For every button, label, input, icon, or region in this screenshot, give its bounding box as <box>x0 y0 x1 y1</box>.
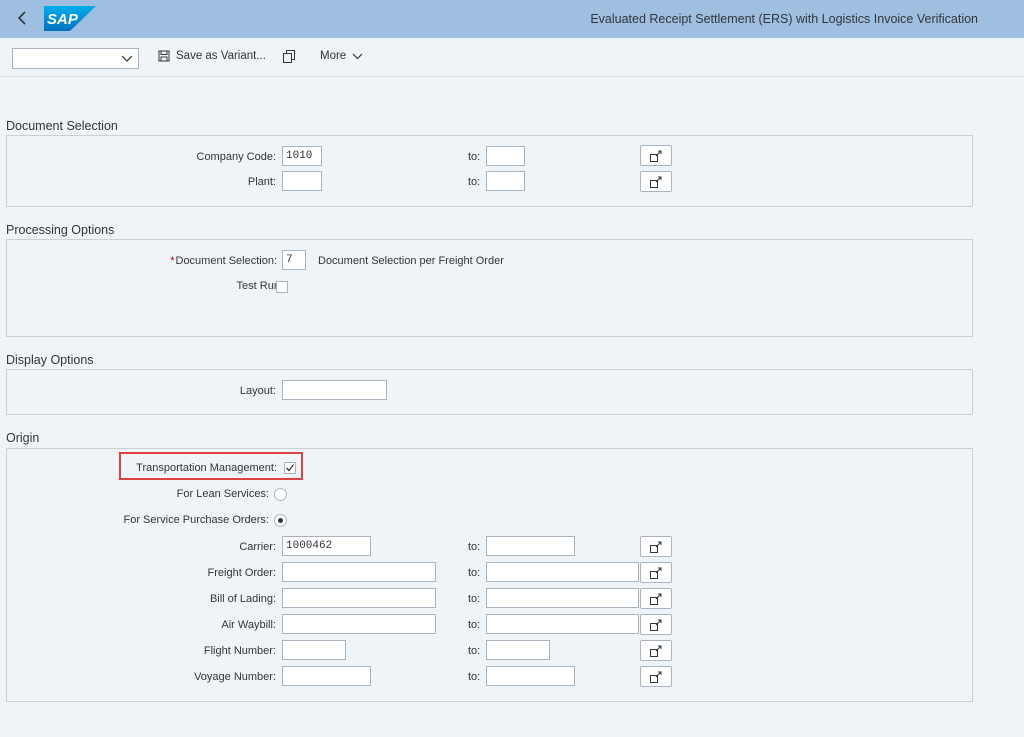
copy-icon <box>283 50 295 63</box>
voyage-number-multiple-selection-button[interactable] <box>640 666 672 687</box>
transportation-management-checkbox[interactable] <box>284 462 296 474</box>
company-code-multiple-selection-button[interactable] <box>640 145 672 166</box>
more-button[interactable]: More <box>320 50 363 62</box>
app-title: Evaluated Receipt Settlement (ERS) with … <box>590 12 978 26</box>
document-selection-label: *Document Selection: <box>170 255 277 267</box>
air-waybill-to-input[interactable] <box>486 614 639 634</box>
for-service-purchase-orders-radio[interactable] <box>274 514 287 527</box>
carrier-to-input[interactable] <box>486 536 575 556</box>
company-code-to-label: to: <box>468 151 481 163</box>
transportation-management-label: Transportation Management: <box>136 462 277 474</box>
bill-of-lading-multiple-selection-button[interactable] <box>640 588 672 609</box>
for-service-purchase-orders-label: For Service Purchase Orders: <box>123 514 270 526</box>
plant-to-label: to: <box>468 176 481 188</box>
carrier-label: Carrier: <box>239 541 276 553</box>
bill-of-lading-to-input[interactable] <box>486 588 639 608</box>
bill-of-lading-to-label: to: <box>468 593 481 605</box>
multiple-selection-icon <box>649 645 661 657</box>
save-as-variant-label: Save as Variant... <box>176 50 266 62</box>
chevron-left-icon <box>17 11 26 25</box>
plant-label: Plant: <box>247 176 276 188</box>
chevron-down-icon <box>121 55 133 62</box>
carrier-multiple-selection-button[interactable] <box>640 536 672 557</box>
multiple-selection-icon <box>649 567 661 579</box>
flight-number-multiple-selection-button[interactable] <box>640 640 672 661</box>
freight-order-multiple-selection-button[interactable] <box>640 562 672 583</box>
flight-number-label: Flight Number: <box>203 645 276 657</box>
company-code-label: Company Code: <box>196 151 277 163</box>
section-title-display-options: Display Options <box>6 353 94 367</box>
air-waybill-label: Air Waybill: <box>221 619 276 631</box>
air-waybill-multiple-selection-button[interactable] <box>640 614 672 635</box>
toolbar: Save as Variant... More <box>0 38 1024 77</box>
plant-multiple-selection-button[interactable] <box>640 171 672 192</box>
voyage-number-label: Voyage Number: <box>194 671 276 683</box>
company-code-to-input[interactable] <box>486 146 525 166</box>
layout-label: Layout: <box>239 385 276 397</box>
freight-order-to-label: to: <box>468 567 481 579</box>
multiple-selection-icon <box>649 671 661 683</box>
bill-of-lading-label: Bill of Lading: <box>209 593 276 605</box>
variant-select[interactable] <box>12 48 139 69</box>
layout-input[interactable] <box>282 380 387 400</box>
air-waybill-to-label: to: <box>468 619 481 631</box>
freight-order-label: Freight Order: <box>207 567 276 579</box>
voyage-number-input[interactable] <box>282 666 371 686</box>
plant-to-input[interactable] <box>486 171 525 191</box>
section-title-origin: Origin <box>6 431 40 445</box>
carrier-input[interactable]: 1000462 <box>282 536 371 556</box>
bill-of-lading-input[interactable] <box>282 588 436 608</box>
svg-text:SAP: SAP <box>47 11 79 28</box>
flight-number-to-label: to: <box>468 645 481 657</box>
shell-bar: SAP Evaluated Receipt Settlement (ERS) w… <box>0 0 1024 38</box>
display-options-panel <box>6 369 973 415</box>
document-selection-label-text: Document Selection: <box>175 255 278 267</box>
flight-number-to-input[interactable] <box>486 640 550 660</box>
document-selection-input[interactable]: 7 <box>282 250 306 270</box>
copy-button[interactable] <box>283 50 295 63</box>
back-button[interactable] <box>13 9 31 27</box>
multiple-selection-icon <box>649 619 661 631</box>
multiple-selection-icon <box>649 176 661 188</box>
for-lean-services-label: For Lean Services: <box>176 488 269 500</box>
voyage-number-to-label: to: <box>468 671 481 683</box>
multiple-selection-icon <box>649 541 661 553</box>
section-title-document-selection: Document Selection <box>6 119 118 133</box>
more-label: More <box>320 50 347 62</box>
required-marker: * <box>170 255 175 267</box>
plant-input[interactable] <box>282 171 322 191</box>
company-code-input[interactable]: 1010 <box>282 146 322 166</box>
save-icon <box>158 50 170 62</box>
flight-number-input[interactable] <box>282 640 346 660</box>
freight-order-input[interactable] <box>282 562 436 582</box>
carrier-to-label: to: <box>468 541 481 553</box>
save-as-variant-button[interactable]: Save as Variant... <box>158 50 266 62</box>
for-lean-services-radio[interactable] <box>274 488 287 501</box>
checkmark-icon <box>286 464 295 472</box>
section-title-processing-options: Processing Options <box>6 223 115 237</box>
air-waybill-input[interactable] <box>282 614 436 634</box>
voyage-number-to-input[interactable] <box>486 666 575 686</box>
sap-logo[interactable]: SAP <box>44 6 96 31</box>
chevron-down-icon <box>352 53 363 60</box>
test-run-checkbox[interactable] <box>276 281 288 293</box>
multiple-selection-icon <box>649 593 661 605</box>
document-selection-description: Document Selection per Freight Order <box>318 255 504 267</box>
processing-options-panel <box>6 239 973 337</box>
freight-order-to-input[interactable] <box>486 562 639 582</box>
multiple-selection-icon <box>649 150 661 162</box>
